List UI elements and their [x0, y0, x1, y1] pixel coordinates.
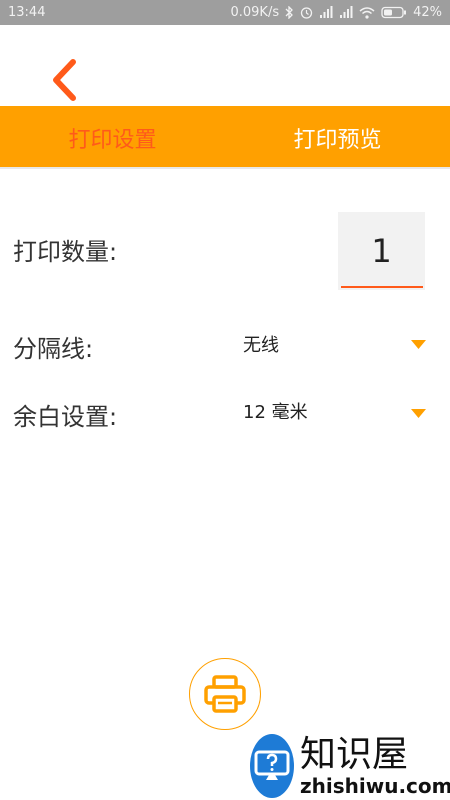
question-monitor-icon [250, 734, 294, 798]
margin-label: 余白设置: [13, 403, 118, 431]
alarm-icon [300, 6, 313, 19]
separator-select[interactable]: 无线 [243, 331, 279, 357]
dropdown-arrow-icon[interactable] [411, 335, 426, 354]
chevron-left-icon [53, 59, 76, 101]
battery-icon [381, 6, 407, 19]
printer-icon [204, 675, 246, 713]
network-speed: 0.09K/s [230, 5, 280, 20]
quantity-underline [341, 286, 423, 288]
quantity-input[interactable]: 1 [338, 212, 425, 290]
separator-label: 分隔线: [13, 335, 94, 363]
wifi-icon [359, 6, 375, 19]
battery-percent: 42% [413, 5, 442, 20]
print-button[interactable] [189, 658, 261, 730]
watermark-english: zhishiwu.com [300, 774, 450, 798]
status-bar: 13:44 0.09K/s 42% [0, 0, 450, 25]
tab-print-preview[interactable]: 打印预览 [225, 106, 450, 167]
status-time: 13:44 [8, 5, 46, 20]
tab-bar: 打印设置 打印预览 [0, 106, 450, 169]
tab-print-settings[interactable]: 打印设置 [0, 106, 225, 167]
margin-select[interactable]: 12 毫米 [243, 398, 308, 424]
watermark-chinese: 知识屋® [300, 734, 409, 775]
back-button[interactable] [44, 55, 84, 105]
signal-icon [319, 6, 333, 19]
status-icons: 0.09K/s 42% [230, 5, 442, 20]
signal-icon [339, 6, 353, 19]
dropdown-arrow-icon[interactable] [411, 404, 426, 423]
quantity-label: 打印数量: [13, 238, 118, 266]
bluetooth-icon [285, 6, 294, 19]
watermark-logo: 知识屋® zhishiwu.com [250, 732, 450, 800]
